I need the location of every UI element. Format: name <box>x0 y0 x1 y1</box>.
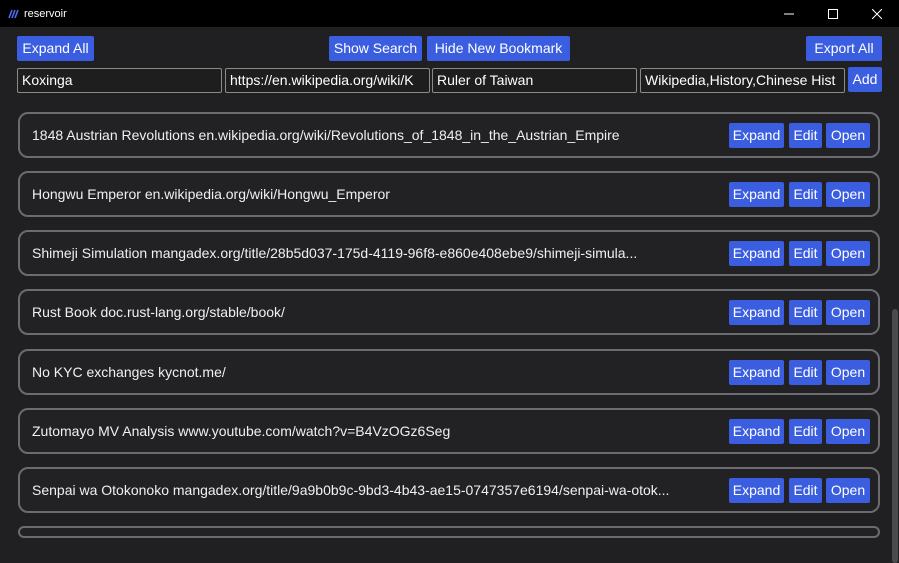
bookmark-item: Hongwu Emperor en.wikipedia.org/wiki/Hon… <box>18 171 880 217</box>
bookmark-item: Shimeji Simulation mangadex.org/title/28… <box>18 230 880 276</box>
expand-button[interactable]: Expand <box>729 360 784 385</box>
bookmark-text: No KYC exchanges kycnot.me/ <box>32 364 226 380</box>
maximize-button[interactable] <box>811 0 855 27</box>
export-all-button[interactable]: Export All <box>806 36 882 61</box>
expand-button[interactable]: Expand <box>729 182 784 207</box>
add-bookmark-button[interactable]: Add <box>848 67 882 92</box>
open-button[interactable]: Open <box>826 300 870 325</box>
bookmark-item: Rust Book doc.rust-lang.org/stable/book/… <box>18 289 880 335</box>
bookmark-url-input[interactable]: https://en.wikipedia.org/wiki/K <box>225 68 430 93</box>
bookmark-item: No KYC exchanges kycnot.me/ Expand Edit … <box>18 349 880 395</box>
edit-button[interactable]: Edit <box>789 300 822 325</box>
show-search-button[interactable]: Show Search <box>329 36 422 61</box>
edit-button[interactable]: Edit <box>789 123 822 148</box>
expand-button[interactable]: Expand <box>729 478 784 503</box>
open-button[interactable]: Open <box>826 123 870 148</box>
edit-button[interactable]: Edit <box>789 360 822 385</box>
vertical-scrollbar[interactable] <box>891 27 899 563</box>
close-button[interactable] <box>855 0 899 27</box>
open-button[interactable]: Open <box>826 360 870 385</box>
reservoir-logo-icon <box>8 8 20 20</box>
open-button[interactable]: Open <box>826 241 870 266</box>
edit-button[interactable]: Edit <box>789 478 822 503</box>
maximize-icon <box>828 8 838 19</box>
bookmark-tags-input[interactable]: Wikipedia,History,Chinese Hist <box>640 68 845 93</box>
bookmark-text: Senpai wa Otokonoko mangadex.org/title/9… <box>32 482 670 498</box>
edit-button[interactable]: Edit <box>789 182 822 207</box>
open-button[interactable]: Open <box>826 419 870 444</box>
expand-all-button[interactable]: Expand All <box>17 36 94 61</box>
hide-new-bookmark-button[interactable]: Hide New Bookmark <box>427 36 570 61</box>
scrollbar-thumb[interactable] <box>892 309 898 563</box>
expand-button[interactable]: Expand <box>729 241 784 266</box>
close-icon <box>872 8 882 19</box>
window-title: reservoir <box>24 7 67 20</box>
bookmark-item: 1848 Austrian Revolutions en.wikipedia.o… <box>18 112 880 158</box>
bookmark-text: Hongwu Emperor en.wikipedia.org/wiki/Hon… <box>32 186 390 202</box>
expand-button[interactable]: Expand <box>729 300 784 325</box>
edit-button[interactable]: Edit <box>789 241 822 266</box>
bookmark-item-partial <box>18 526 880 538</box>
title-bar: reservoir <box>0 0 899 27</box>
bookmark-item: Senpai wa Otokonoko mangadex.org/title/9… <box>18 467 880 513</box>
expand-button[interactable]: Expand <box>729 123 784 148</box>
bookmark-text: 1848 Austrian Revolutions en.wikipedia.o… <box>32 127 620 143</box>
bookmark-text: Zutomayo MV Analysis www.youtube.com/wat… <box>32 423 451 439</box>
bookmark-text: Shimeji Simulation mangadex.org/title/28… <box>32 245 638 261</box>
bookmark-description-input[interactable]: Ruler of Taiwan <box>432 68 637 93</box>
edit-button[interactable]: Edit <box>789 419 822 444</box>
minimize-button[interactable] <box>767 0 811 27</box>
expand-button[interactable]: Expand <box>729 419 784 444</box>
open-button[interactable]: Open <box>826 478 870 503</box>
bookmark-text: Rust Book doc.rust-lang.org/stable/book/ <box>32 304 285 320</box>
open-button[interactable]: Open <box>826 182 870 207</box>
minimize-icon <box>784 13 794 14</box>
bookmark-item: Zutomayo MV Analysis www.youtube.com/wat… <box>18 408 880 454</box>
bookmark-name-input[interactable]: Koxinga <box>17 68 222 93</box>
